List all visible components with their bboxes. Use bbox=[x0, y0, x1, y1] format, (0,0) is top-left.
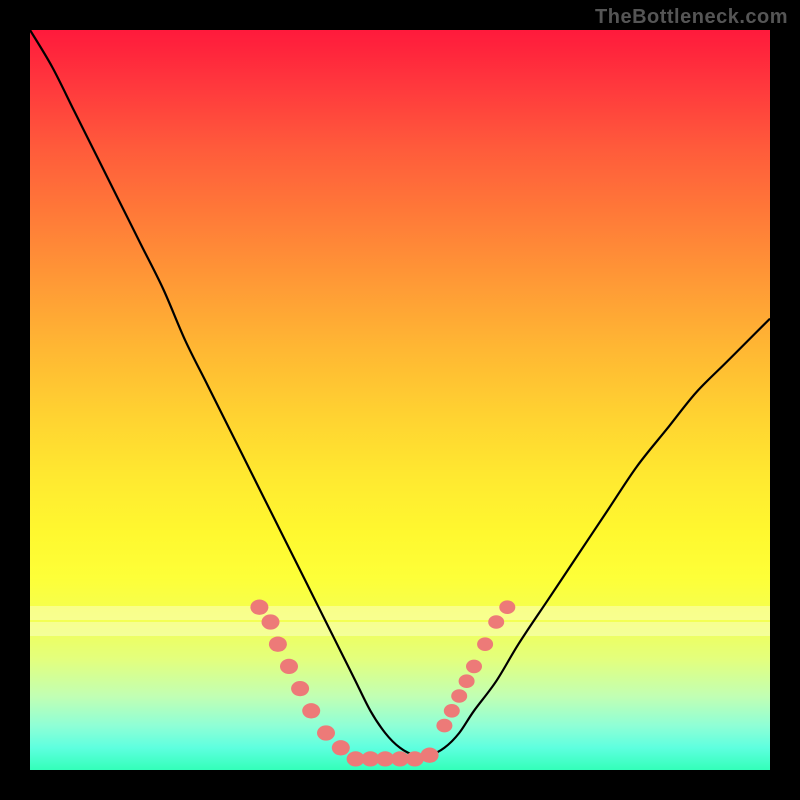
curve-marker bbox=[280, 659, 298, 674]
curve-marker bbox=[317, 725, 335, 740]
curve-markers-bottom bbox=[347, 748, 439, 767]
bottleneck-curve-svg bbox=[30, 30, 770, 770]
curve-marker bbox=[477, 637, 493, 651]
chart-plot-area bbox=[30, 30, 770, 770]
bottleneck-curve-line bbox=[30, 30, 770, 756]
curve-marker bbox=[291, 681, 309, 696]
curve-marker bbox=[421, 748, 439, 763]
curve-marker bbox=[444, 704, 460, 718]
curve-marker bbox=[269, 637, 287, 652]
watermark-text: TheBottleneck.com bbox=[595, 6, 788, 29]
curve-marker bbox=[488, 615, 504, 629]
curve-marker bbox=[250, 600, 268, 615]
curve-marker bbox=[262, 614, 280, 629]
curve-marker bbox=[302, 703, 320, 718]
curve-marker bbox=[466, 660, 482, 674]
curve-marker bbox=[499, 600, 515, 614]
curve-marker bbox=[332, 740, 350, 755]
curve-marker bbox=[451, 689, 467, 703]
curve-markers-left bbox=[250, 600, 349, 756]
curve-marker bbox=[436, 719, 452, 733]
curve-markers-right bbox=[436, 600, 515, 732]
curve-marker bbox=[459, 674, 475, 688]
